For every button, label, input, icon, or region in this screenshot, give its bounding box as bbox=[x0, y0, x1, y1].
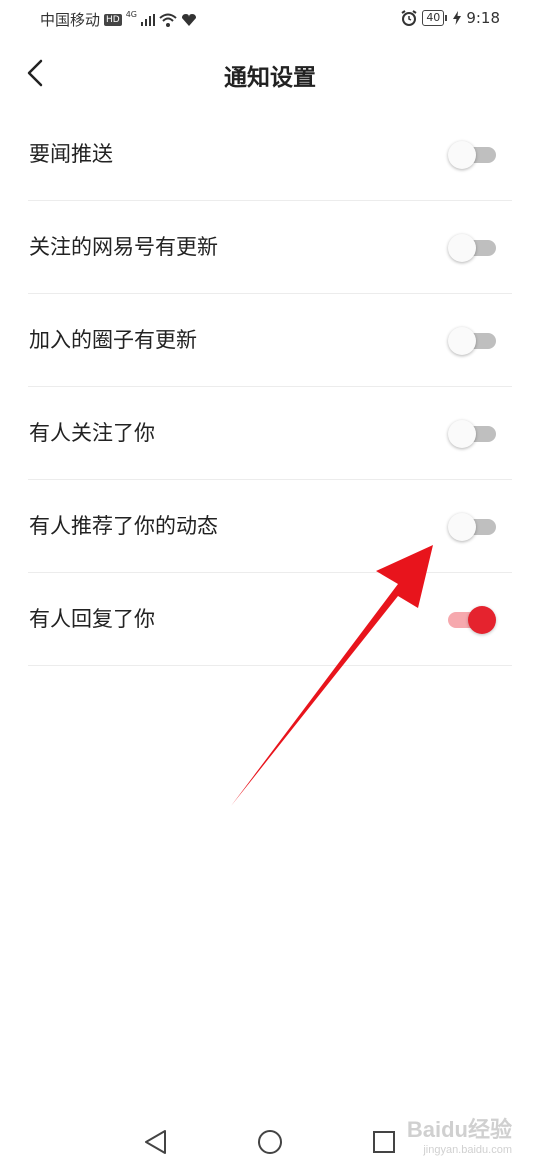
battery-indicator: 40 bbox=[422, 10, 448, 26]
toggle-knob bbox=[448, 420, 476, 448]
data-saver-icon bbox=[182, 13, 197, 26]
toggle-switch[interactable] bbox=[448, 420, 496, 448]
square-recents-icon bbox=[373, 1131, 395, 1153]
toggle-switch[interactable] bbox=[448, 513, 496, 541]
settings-list: 要闻推送 关注的网易号有更新 加入的圈子有更新 有人关注了你 有人推荐了你的动态… bbox=[28, 108, 512, 666]
network-type: 4G bbox=[125, 10, 138, 19]
toggle-switch[interactable] bbox=[448, 141, 496, 169]
toggle-knob bbox=[448, 513, 476, 541]
signal-icon bbox=[141, 13, 156, 26]
nav-back-button[interactable] bbox=[137, 1124, 173, 1160]
setting-label: 要闻推送 bbox=[29, 142, 113, 166]
setting-row: 要闻推送 bbox=[28, 108, 512, 201]
nav-home-button[interactable] bbox=[252, 1124, 288, 1160]
setting-label: 有人回复了你 bbox=[29, 607, 155, 631]
watermark: Baidu经验 jingyan.baidu.com bbox=[407, 1112, 512, 1156]
toggle-switch[interactable] bbox=[448, 327, 496, 355]
toggle-knob bbox=[448, 234, 476, 262]
circle-home-icon bbox=[258, 1130, 282, 1154]
toggle-switch[interactable] bbox=[448, 234, 496, 262]
setting-row: 有人回复了你 bbox=[28, 573, 512, 666]
page-title: 通知设置 bbox=[224, 65, 316, 91]
status-right: 40 9:18 bbox=[401, 9, 500, 27]
setting-row: 加入的圈子有更新 bbox=[28, 294, 512, 387]
toggle-knob bbox=[468, 606, 496, 634]
triangle-back-icon bbox=[145, 1130, 166, 1154]
setting-label: 加入的圈子有更新 bbox=[29, 328, 197, 352]
setting-label: 有人推荐了你的动态 bbox=[29, 514, 218, 538]
status-bar: 中国移动 HD 4G 40 9:18 bbox=[0, 0, 540, 38]
setting-label: 关注的网易号有更新 bbox=[29, 235, 218, 259]
setting-row: 关注的网易号有更新 bbox=[28, 201, 512, 294]
hd-badge: HD bbox=[104, 13, 122, 26]
toggle-knob bbox=[448, 327, 476, 355]
toggle-knob bbox=[448, 141, 476, 169]
watermark-text: Baidu经验 bbox=[406, 1117, 512, 1142]
header: 通知设置 bbox=[0, 38, 540, 108]
charging-icon bbox=[453, 11, 462, 25]
setting-row: 有人推荐了你的动态 bbox=[28, 480, 512, 573]
setting-label: 有人关注了你 bbox=[29, 421, 155, 445]
status-left: 中国移动 HD 4G bbox=[40, 9, 197, 30]
toggle-switch[interactable] bbox=[448, 606, 496, 634]
carrier-name: 中国移动 bbox=[40, 11, 101, 29]
clock-time: 9:18 bbox=[466, 9, 500, 27]
wifi-icon bbox=[159, 13, 177, 27]
watermark-sub: jingyan.baidu.com bbox=[423, 1144, 512, 1156]
setting-row: 有人关注了你 bbox=[28, 387, 512, 480]
nav-recents-button[interactable] bbox=[366, 1124, 402, 1160]
alarm-icon bbox=[401, 10, 417, 26]
